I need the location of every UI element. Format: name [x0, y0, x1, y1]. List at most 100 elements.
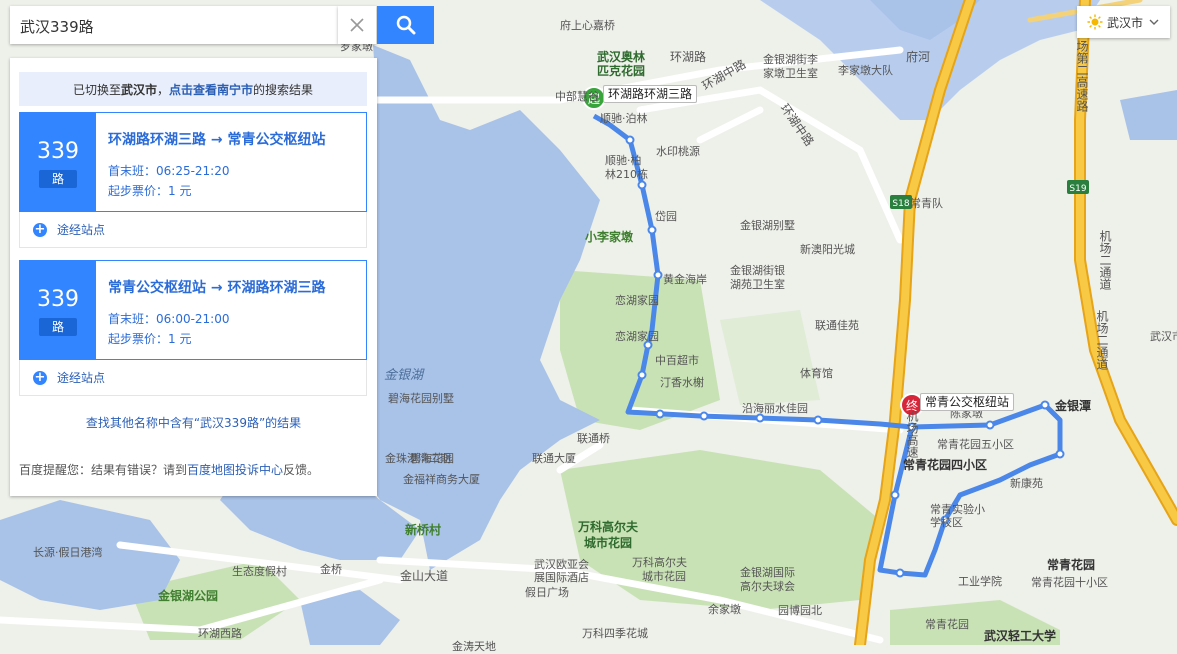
map-label: 金银湖国际	[740, 566, 795, 579]
map-label: 武汉轻工大学	[984, 629, 1057, 643]
route-schedule: 首末班：06:00-21:00	[108, 312, 230, 326]
search-button[interactable]	[377, 6, 434, 44]
map-label: 林210栋	[605, 168, 648, 181]
map-label: 沿海丽水佳园	[742, 402, 808, 415]
route-1-stops-toggle[interactable]: + 途经站点	[19, 212, 367, 248]
map-label: 万科四季花城	[582, 627, 648, 640]
route-unit: 路	[39, 170, 77, 188]
search-icon	[396, 15, 415, 35]
notice-prefix: 已切换至	[72, 82, 121, 97]
map-label: 武汉市	[1150, 330, 1177, 343]
start-station-label[interactable]: 环湖路环湖三路	[603, 85, 698, 103]
map-label: 金山大道	[400, 569, 449, 583]
end-station-label[interactable]: 常青公交枢纽站	[920, 393, 1015, 411]
search-input[interactable]	[18, 12, 332, 40]
notice-suffix: 的搜索结果	[253, 82, 314, 97]
map-label: 生态度假村	[232, 565, 287, 578]
route-number: 339	[37, 287, 79, 312]
map-label: 金珠港湾二期	[385, 452, 451, 465]
route-number: 339	[37, 139, 79, 164]
map-label: 机场二通道	[1098, 230, 1112, 290]
map-label: 家墩卫生室	[763, 67, 818, 80]
map-label: 匹克花园	[597, 64, 646, 78]
other-results-link[interactable]: 查找其他名称中含有“武汉339路”的结果	[10, 414, 377, 431]
notice-other-city-link[interactable]: 南宁市	[217, 81, 253, 98]
map-label: 武汉欧亚会	[534, 558, 589, 571]
map-label: 展国际酒店	[534, 571, 589, 584]
map-label: 长源·假日港湾	[33, 546, 103, 559]
map-label: 李家墩大队	[838, 64, 893, 77]
s18-label: S18	[892, 199, 909, 209]
map-label: 余家墩	[708, 603, 741, 616]
map-label: 金银潭	[1055, 399, 1092, 413]
map-label: 万科高尔夫	[632, 556, 687, 569]
map-label: 联通佳苑	[815, 319, 859, 332]
stops-label: 途经站点	[57, 371, 106, 385]
tip-text: 百度提醒您：结果有错误？请到	[19, 463, 188, 477]
map-label: 府上心嘉桥	[560, 19, 615, 32]
map-label: 碧海花园别墅	[388, 392, 454, 405]
map-label: 常青花园十小区	[1031, 576, 1108, 589]
map-label: 金桥	[320, 563, 342, 576]
map-label: 场第二高速路	[1075, 40, 1089, 112]
map-label: 机场高速	[905, 410, 919, 458]
map-label: 金银湖街李	[763, 53, 818, 66]
route-title[interactable]: 常青公交枢纽站 → 环湖路环湖三路	[108, 277, 325, 297]
map-label: 工业学院	[958, 575, 1002, 588]
plus-icon: +	[33, 221, 47, 237]
highway-shield-s19: S19	[1067, 180, 1089, 194]
map-label: 黄金海岸	[663, 273, 707, 286]
map-label: 环湖西路	[198, 627, 242, 640]
map-label: 金涛天地	[452, 640, 496, 653]
map-label: 新康苑	[1010, 477, 1043, 490]
clear-button[interactable]	[338, 6, 376, 44]
map-label: 城市花园	[584, 536, 633, 550]
route-badge: 339 路	[20, 261, 96, 359]
map-label: 高尔夫球会	[740, 580, 795, 593]
map-label: 湖苑卫生室	[730, 278, 785, 291]
map-label: 万科高尔夫	[578, 520, 639, 534]
map-label: 常青队	[910, 197, 943, 210]
s19-label: S19	[1069, 184, 1086, 194]
notice-current-city: 武汉市	[120, 82, 157, 97]
map-label: 城市花园	[642, 570, 686, 583]
route-unit: 路	[39, 318, 77, 336]
route-card-1[interactable]: 339 路 环湖路环湖三路 → 常青公交枢纽站 首末班：06:25-21:20 …	[19, 112, 367, 212]
route-2-stops-toggle[interactable]: + 途经站点	[19, 360, 367, 396]
sun-icon	[1087, 14, 1103, 30]
route-card-2[interactable]: 339 路 常青公交枢纽站 → 环湖路环湖三路 首末班：06:00-21:00 …	[19, 260, 367, 360]
plus-icon: +	[33, 369, 47, 385]
route-fare: 起步票价：1 元	[108, 332, 192, 346]
map-label: 新澳阳光城	[800, 243, 855, 256]
route-schedule: 首末班：06:25-21:20	[108, 164, 230, 178]
map-label: 金银湖街银	[730, 264, 785, 277]
feedback-tip: 百度提醒您：结果有错误？请到百度地图投诉中心反馈。	[19, 461, 319, 478]
route-title[interactable]: 环湖路环湖三路 → 常青公交枢纽站	[108, 129, 325, 149]
complaint-center-link[interactable]: 百度地图投诉中心	[187, 463, 283, 477]
map-label: 金银湖	[384, 368, 424, 383]
results-panel: 已切换至 武汉市 ， 点击查看 南宁市 的搜索结果 339 路 环湖路环湖三路 …	[10, 58, 377, 496]
map-label: 岱园	[655, 210, 677, 223]
city-selector[interactable]: 武汉市	[1077, 6, 1170, 38]
map-label: 武汉奥林	[597, 50, 646, 64]
notice-view-link[interactable]: 点击查看	[169, 81, 217, 98]
map-label: 机场二通道	[1095, 310, 1109, 370]
map-label: 中部慧谷	[555, 90, 599, 103]
chevron-down-icon	[1149, 19, 1159, 25]
route-badge: 339 路	[20, 113, 96, 211]
map-label: 中百超市	[655, 354, 699, 367]
map-label: 常青花园	[1047, 558, 1096, 572]
map-label: 水印桃源	[656, 145, 700, 158]
map-label: 学校区	[930, 516, 963, 529]
highway-shield-s18: S18	[890, 195, 912, 209]
map-label: 联通桥	[577, 432, 610, 445]
map-label: 新桥村	[405, 523, 442, 537]
map-label: 恋湖家园	[615, 330, 659, 343]
map-label: 体育馆	[800, 367, 833, 380]
city-label: 武汉市	[1107, 15, 1144, 30]
map-label: 常青花园	[925, 618, 969, 631]
map-label: 金福祥商务大厦	[403, 473, 480, 486]
map-label: 小李家墩	[585, 230, 634, 244]
map-label: 常青实验小	[930, 503, 985, 516]
map-label: 假日广场	[525, 586, 569, 599]
